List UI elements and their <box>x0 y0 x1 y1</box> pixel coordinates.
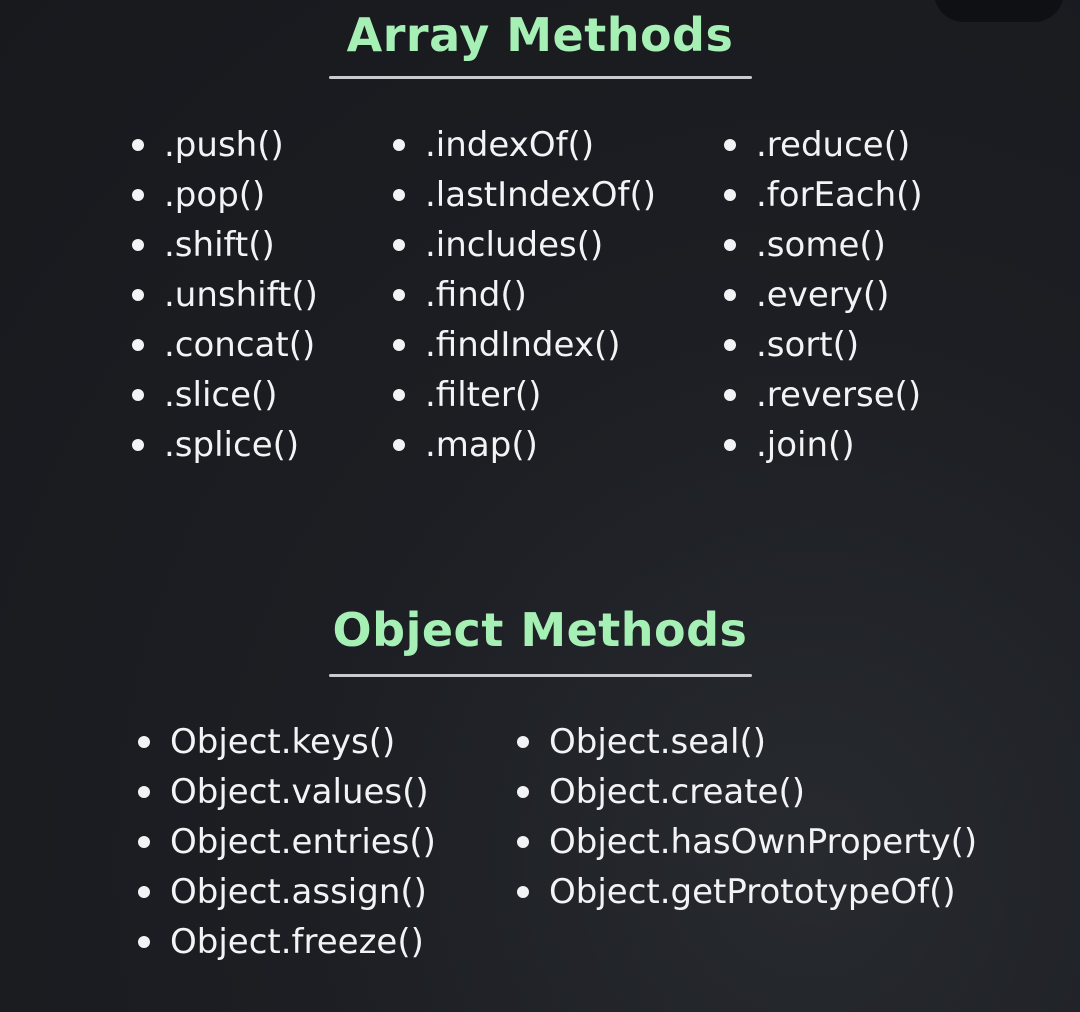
list-item: .lastIndexOf() <box>393 170 656 220</box>
list-item: .find() <box>393 270 656 320</box>
list-item: .includes() <box>393 220 656 270</box>
list-item: Object.seal() <box>517 717 977 767</box>
list-item: .forEach() <box>724 170 923 220</box>
list-item: .filter() <box>393 370 656 420</box>
list-item: .sort() <box>724 320 923 370</box>
array-methods-column-1: .push() .pop() .shift() .unshift() .conc… <box>132 120 318 470</box>
list-item: .some() <box>724 220 923 270</box>
list-item: Object.values() <box>138 767 436 817</box>
list-item: .reduce() <box>724 120 923 170</box>
object-methods-title: Object Methods <box>332 603 748 657</box>
list-item: .push() <box>132 120 318 170</box>
object-methods-column-1: Object.keys() Object.values() Object.ent… <box>138 717 436 967</box>
list-item: .slice() <box>132 370 318 420</box>
list-item: Object.entries() <box>138 817 436 867</box>
list-item: Object.freeze() <box>138 917 436 967</box>
list-item: .map() <box>393 420 656 470</box>
list-item: Object.getPrototypeOf() <box>517 867 977 917</box>
object-methods-column-2: Object.seal() Object.create() Object.has… <box>517 717 977 917</box>
list-item: .shift() <box>132 220 318 270</box>
object-title-underline <box>329 674 752 677</box>
list-item: .join() <box>724 420 923 470</box>
array-methods-column-3: .reduce() .forEach() .some() .every() .s… <box>724 120 923 470</box>
list-item: .findIndex() <box>393 320 656 370</box>
array-title-underline <box>329 76 752 79</box>
list-item: .concat() <box>132 320 318 370</box>
list-item: .pop() <box>132 170 318 220</box>
list-item: .splice() <box>132 420 318 470</box>
array-methods-title: Array Methods <box>346 8 734 62</box>
list-item: Object.keys() <box>138 717 436 767</box>
list-item: .reverse() <box>724 370 923 420</box>
list-item: .indexOf() <box>393 120 656 170</box>
list-item: .unshift() <box>132 270 318 320</box>
list-item: Object.hasOwnProperty() <box>517 817 977 867</box>
list-item: .every() <box>724 270 923 320</box>
array-methods-column-2: .indexOf() .lastIndexOf() .includes() .f… <box>393 120 656 470</box>
list-item: Object.assign() <box>138 867 436 917</box>
list-item: Object.create() <box>517 767 977 817</box>
